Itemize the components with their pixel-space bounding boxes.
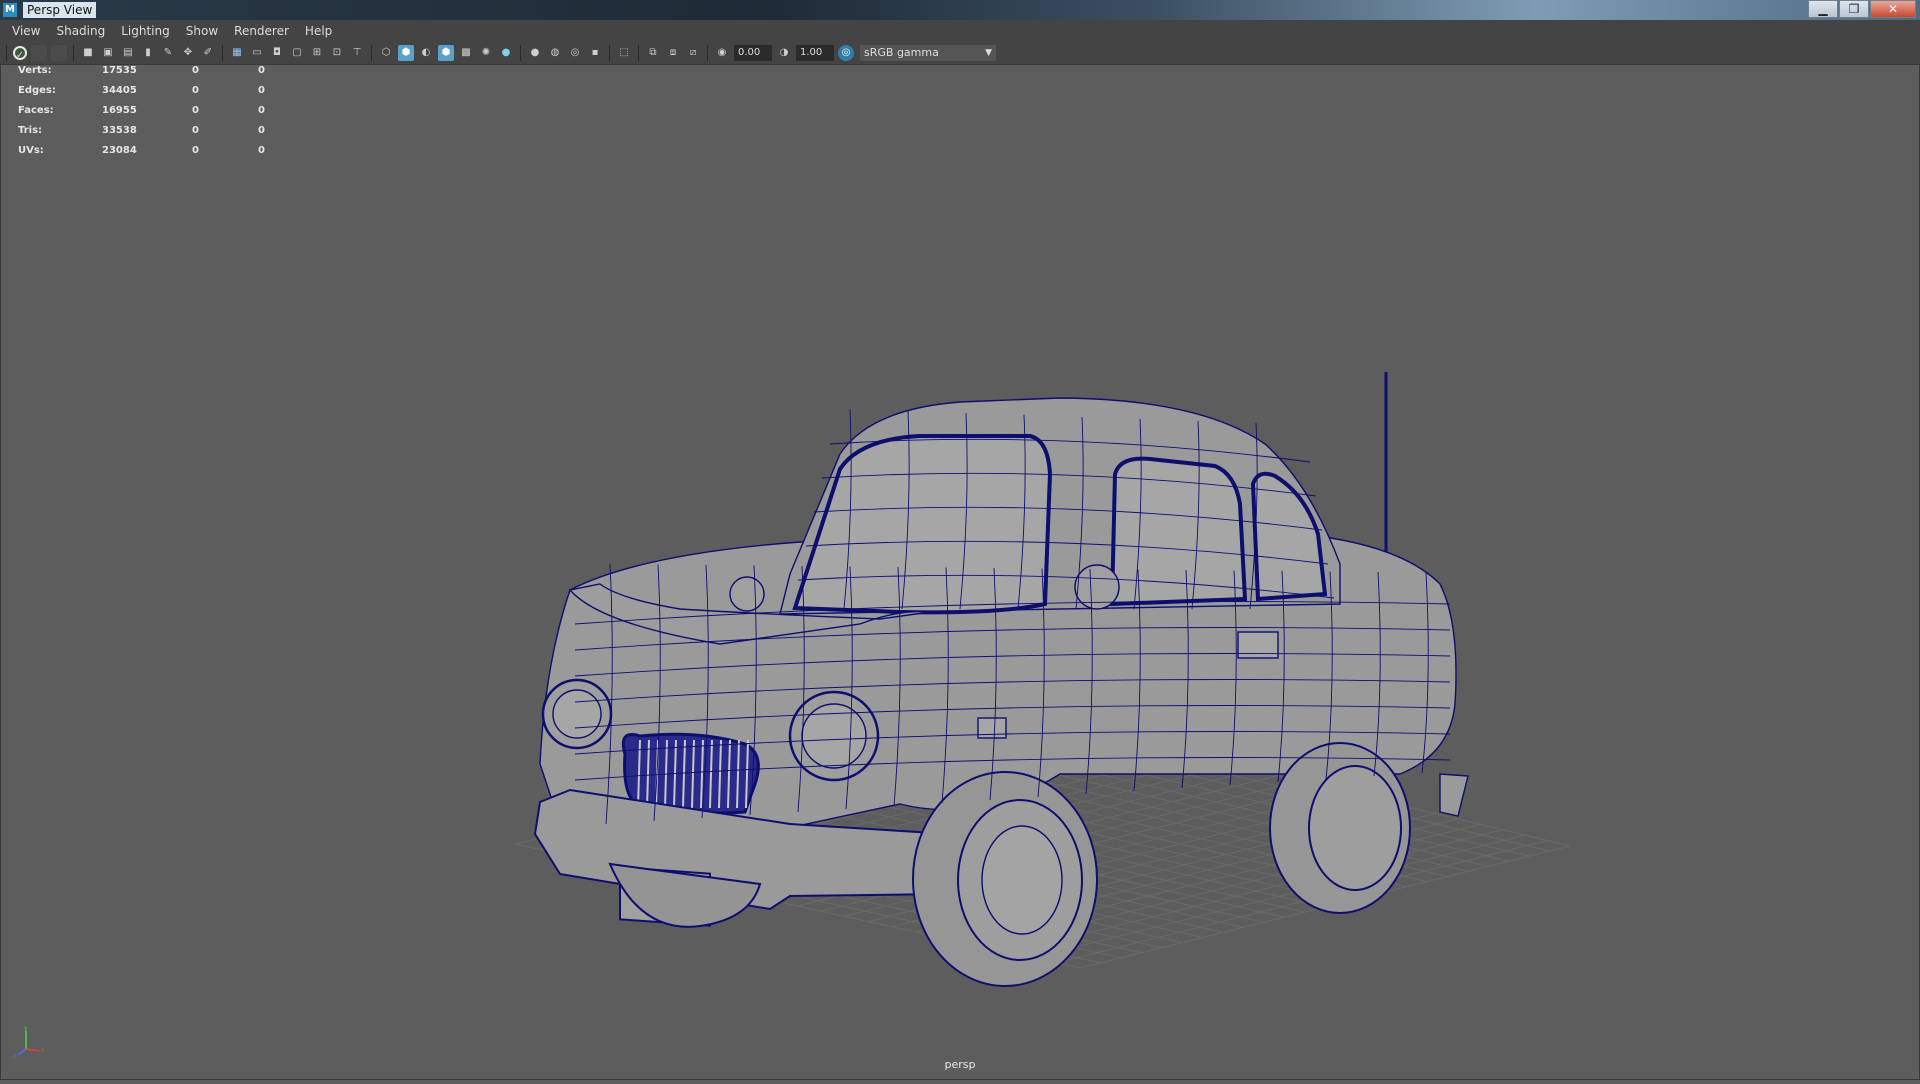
screen-space-ao-icon[interactable]: ● [527, 45, 543, 61]
poly-count-hud: Verts: 17535 0 0 Edges: 34405 0 0 Faces:… [18, 64, 278, 164]
panel-menu-bar: View Shading Lighting Show Renderer Help [0, 20, 1920, 42]
gate-mask-icon[interactable]: ▢ [289, 45, 305, 61]
grid-icon[interactable]: ▦ [229, 45, 245, 61]
viewport-scene [514, 372, 1571, 987]
wheel-front [912, 771, 1098, 987]
default-material-icon[interactable]: ◐ [418, 45, 434, 61]
menu-lighting[interactable]: Lighting [113, 20, 178, 42]
xray-components-icon[interactable]: ⧄ [685, 45, 701, 61]
grease-pencil-tool-icon[interactable]: ✐ [200, 45, 216, 61]
gamma-icon[interactable]: ◑ [776, 45, 792, 61]
isolate-select-icon[interactable]: ⬚ [616, 45, 632, 61]
hud-row-uvs: UVs: 23084 0 0 [18, 145, 265, 156]
menu-help[interactable]: Help [297, 20, 340, 42]
toolbar-separator [707, 45, 708, 61]
hud-row-faces: Faces: 16955 0 0 [18, 105, 265, 116]
axis-gizmo-icon: y x z [13, 1025, 45, 1059]
fuel-door [1237, 631, 1279, 659]
maya-app-icon: M [3, 3, 17, 17]
field-chart-icon[interactable]: ⊞ [309, 45, 325, 61]
color-management-icon[interactable]: ◎ [838, 45, 854, 61]
textured-icon[interactable]: ▩ [458, 45, 474, 61]
shadows-icon[interactable]: ● [498, 45, 514, 61]
lock-camera-icon[interactable] [31, 45, 47, 61]
title-bar: M Persp View ▁ ❐ ✕ [0, 0, 1920, 20]
menu-shading[interactable]: Shading [48, 20, 113, 42]
color-space-value: sRGB gamma [864, 46, 939, 59]
two-d-pan-zoom-icon[interactable]: ✥ [180, 45, 196, 61]
car-windshield [792, 434, 1053, 615]
minimize-button[interactable]: ▁ [1808, 0, 1838, 18]
window-controls: ▁ ❐ ✕ [1807, 0, 1916, 18]
gamma-field[interactable]: 1.00 [796, 45, 834, 61]
depth-of-field-icon[interactable]: ▪ [587, 45, 603, 61]
select-camera-icon[interactable]: ✓ [13, 46, 27, 61]
car-mesh[interactable] [533, 372, 1469, 987]
xray-joints-icon[interactable]: ⧈ [665, 45, 681, 61]
car-side-window-front [1109, 456, 1248, 607]
safe-title-icon[interactable]: ⊤ [349, 45, 365, 61]
film-gate-icon[interactable]: ▤ [120, 45, 136, 61]
headlight-left-inner [552, 689, 602, 739]
camera-attributes-icon[interactable] [51, 45, 67, 61]
toolbar-separator [371, 45, 372, 61]
svg-text:x: x [41, 1047, 45, 1054]
camera-name-label: persp [944, 1058, 976, 1071]
safe-action-icon[interactable]: ⊡ [329, 45, 345, 61]
hud-row-verts: Verts: 17535 0 0 [18, 65, 265, 76]
image-plane-icon[interactable]: ▣ [100, 45, 116, 61]
mirror-left [729, 576, 765, 612]
wheel-rear [1269, 742, 1411, 914]
rear-bumper [1439, 773, 1469, 817]
menu-renderer[interactable]: Renderer [226, 20, 297, 42]
use-all-lights-icon[interactable]: ✺ [478, 45, 494, 61]
toolbar-separator [6, 45, 7, 61]
color-space-dropdown[interactable]: sRGB gamma ▼ [860, 45, 996, 61]
xray-icon[interactable]: ⧉ [645, 45, 661, 61]
toolbar-separator [73, 45, 74, 61]
camera-icon[interactable]: ■ [80, 45, 96, 61]
hud-row-edges: Edges: 34405 0 0 [18, 85, 265, 96]
svg-text:y: y [24, 1025, 28, 1032]
perspective-viewport[interactable] [0, 64, 1920, 1080]
menu-show[interactable]: Show [178, 20, 226, 42]
toolbar-separator [609, 45, 610, 61]
maximize-button[interactable]: ❐ [1839, 0, 1869, 18]
toolbar-separator [520, 45, 521, 61]
smooth-shade-icon[interactable]: ⬢ [398, 45, 414, 61]
exposure-icon[interactable]: ◉ [714, 45, 730, 61]
toolbar-separator [638, 45, 639, 61]
menu-view[interactable]: View [0, 20, 48, 42]
bookmark-icon[interactable]: ▮ [140, 45, 156, 61]
wireframe-icon[interactable]: ⬡ [378, 45, 394, 61]
close-button[interactable]: ✕ [1870, 0, 1916, 18]
wireframe-on-shaded-icon[interactable]: ⬢ [438, 45, 454, 61]
window-title: Persp View [23, 2, 97, 18]
exposure-field[interactable]: 0.00 [734, 45, 772, 61]
panel-toolbar: ✓ ■ ▣ ▤ ▮ ✎ ✥ ✐ ▦ ▭ ◘ ▢ ⊞ ⊡ ⊤ ⬡ ⬢ ◐ ⬢ ▩ … [0, 42, 1920, 65]
resolution-gate-icon[interactable]: ◘ [269, 45, 285, 61]
toolbar-separator [222, 45, 223, 61]
motion-blur-icon[interactable]: ◍ [547, 45, 563, 61]
film-gate-display-icon[interactable]: ▭ [249, 45, 265, 61]
anti-aliasing-icon[interactable]: ◎ [567, 45, 583, 61]
chevron-down-icon: ▼ [985, 48, 992, 58]
hud-row-tris: Tris: 33538 0 0 [18, 125, 265, 136]
grease-pencil-icon[interactable]: ✎ [160, 45, 176, 61]
